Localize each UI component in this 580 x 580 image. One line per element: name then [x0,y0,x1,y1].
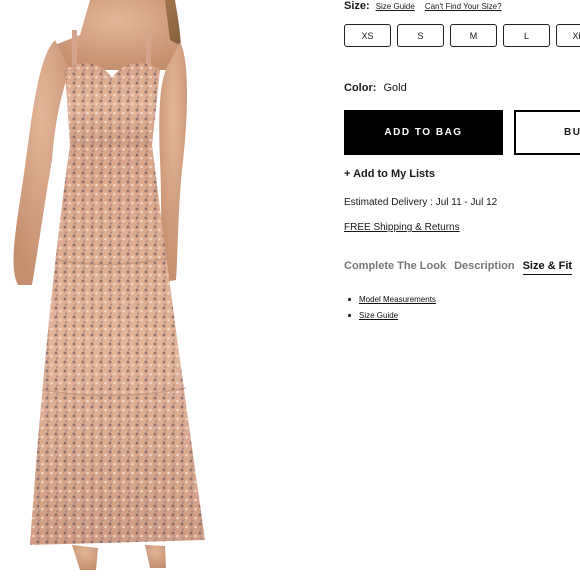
add-to-list-link[interactable]: + Add to My Lists [344,168,435,180]
size-options: XS S M L XL [344,24,580,47]
product-image [0,0,230,580]
list-item: Size Guide [348,311,436,320]
cant-find-size-link[interactable]: Can't Find Your Size? [425,2,502,11]
buy-now-button[interactable]: BU [514,110,580,155]
list-item: Model Measurements [348,295,436,304]
info-tabs: Complete The Look Description Size & Fit [344,260,580,275]
size-button-s[interactable]: S [397,24,444,47]
color-value: Gold [383,82,407,94]
size-button-m[interactable]: M [450,24,497,47]
estimated-delivery: Estimated Delivery : Jul 11 - Jul 12 [344,197,498,208]
size-guide-link[interactable]: Size Guide [376,2,415,11]
size-fit-links: Model Measurements Size Guide [348,295,436,327]
gown-illustration [13,0,205,570]
tab-size-fit[interactable]: Size & Fit [522,260,573,275]
size-row: Size: Size Guide Can't Find Your Size? [344,0,512,14]
model-measurements-link[interactable]: Model Measurements [359,295,436,304]
product-details-panel: Size: Size Guide Can't Find Your Size? X… [344,0,580,580]
size-button-l[interactable]: L [503,24,550,47]
color-row: Color: Gold [344,82,407,94]
size-label: Size: [344,0,370,12]
tab-complete-the-look[interactable]: Complete The Look [344,260,446,275]
size-button-xl[interactable]: XL [556,24,580,47]
color-label: Color: [344,82,377,94]
add-to-bag-button[interactable]: ADD TO BAG [344,110,503,155]
size-button-xs[interactable]: XS [344,24,391,47]
size-guide-list-link[interactable]: Size Guide [359,311,398,320]
tab-description[interactable]: Description [454,260,515,275]
free-shipping-link[interactable]: FREE Shipping & Returns [344,222,460,233]
